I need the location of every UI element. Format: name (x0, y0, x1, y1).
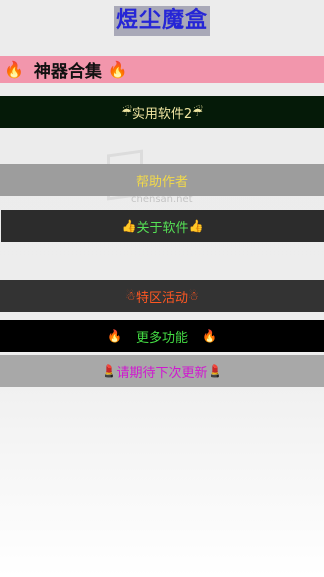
section-header: 🔥 神器合集 🔥 (0, 56, 324, 83)
await-update-button[interactable]: 💄 请期待下次更新 💄 (0, 355, 324, 387)
section-header-label: 神器合集 (33, 62, 102, 82)
umbrella-icon: ☔ (192, 105, 203, 119)
snowman-icon: ☃ (188, 289, 199, 303)
fire-icon: 🔥 (107, 60, 128, 79)
practical-software-2-button[interactable]: ☔ 实用软件2 ☔ (0, 96, 324, 128)
fire-icon: 🔥 (202, 329, 217, 343)
lipstick-icon: 💄 (207, 364, 223, 378)
button-label: 帮助作者 (135, 174, 188, 190)
app-title: 煜尘魔盒 (113, 6, 210, 36)
fire-icon: 🔥 (4, 60, 24, 79)
button-label: 更多功能 (135, 330, 188, 346)
button-label: 请期待下次更新 (116, 365, 208, 381)
umbrella-icon: ☔ (121, 105, 132, 119)
thumbs-up-icon: 👍 (121, 219, 137, 233)
special-event-button[interactable]: ☃ 特区活动 ☃ (0, 280, 324, 312)
snowman-icon: ☃ (125, 289, 136, 303)
lipstick-icon: 💄 (101, 364, 117, 378)
more-features-button[interactable]: 🔥 更多功能 🔥 (0, 320, 324, 352)
thumbs-up-icon: 👍 (188, 219, 204, 233)
fire-icon: 🔥 (107, 329, 122, 343)
help-author-button[interactable]: 帮助作者 (0, 164, 324, 196)
button-label: 关于软件 (136, 220, 189, 236)
title-area: 煜尘魔盒 (0, 6, 324, 36)
button-label: 特区活动 (135, 290, 188, 306)
button-label: 实用软件2 (131, 106, 193, 122)
about-software-button[interactable]: 👍 关于软件 👍 (1, 210, 324, 242)
